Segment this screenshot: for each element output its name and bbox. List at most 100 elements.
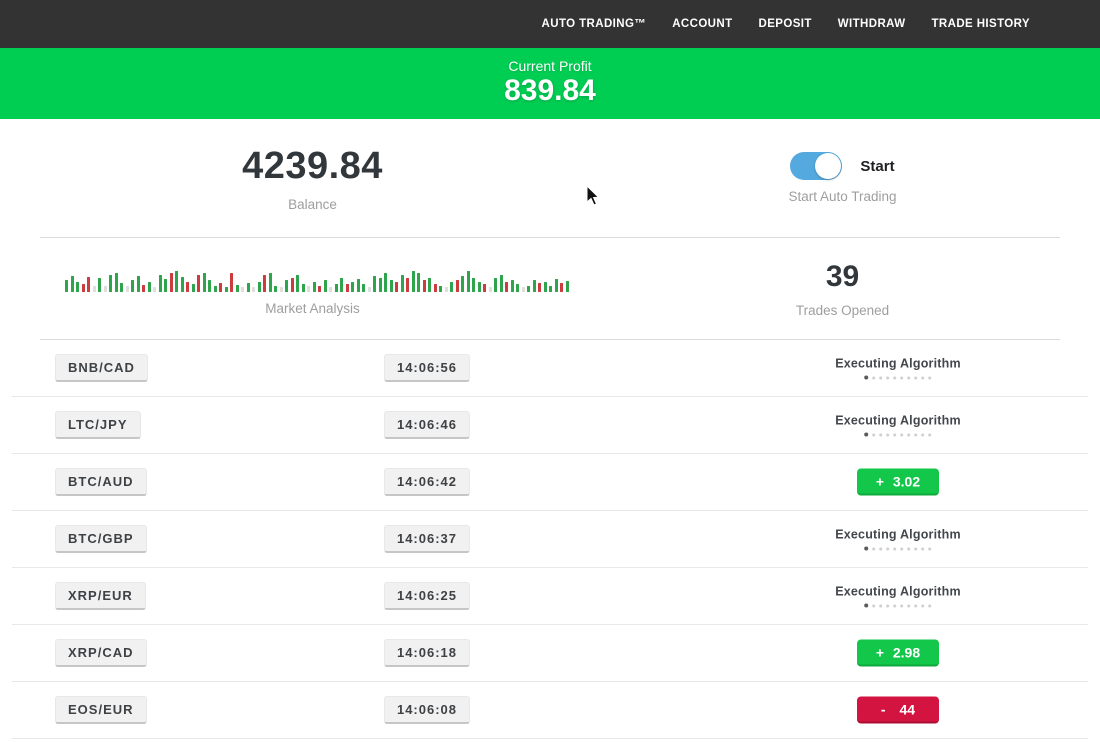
time-chip: 14:06:56 [384, 354, 470, 382]
profit-banner: Current Profit 839.84 [0, 48, 1100, 119]
chart-bar [544, 282, 547, 292]
trades-opened-block: 39 Trades Opened [585, 238, 1100, 339]
chart-bar [186, 282, 189, 292]
chart-bar [511, 280, 514, 292]
chart-bar [192, 284, 195, 292]
auto-trading-toggle[interactable] [790, 152, 842, 180]
nav-item-trade-history[interactable]: TRADE HISTORY [932, 18, 1031, 30]
chart-bar [456, 280, 459, 292]
nav-menu: AUTO TRADING™ ACCOUNT DEPOSIT WITHDRAW TRADE… [542, 18, 1030, 30]
progress-dot [872, 433, 875, 436]
chart-bar [467, 271, 470, 292]
market-section: Market Analysis 39 Trades Opened [0, 238, 1100, 339]
auto-trading-block: Start Start Auto Trading [585, 119, 1100, 237]
chart-bar [175, 271, 178, 292]
chart-bar [412, 271, 415, 292]
time-chip: 14:06:37 [384, 525, 470, 553]
chart-bar [318, 286, 321, 292]
progress-dot [886, 547, 889, 550]
chart-bar [478, 282, 481, 292]
progress-dot [879, 376, 882, 379]
chart-bar [71, 276, 74, 292]
chart-bar [324, 280, 327, 292]
progress-dot [893, 604, 896, 607]
chart-bar [65, 280, 68, 292]
progress-dot [900, 547, 903, 550]
chart-bar [379, 278, 382, 292]
chart-bar [280, 287, 283, 292]
pair-chip: LTC/JPY [55, 411, 141, 439]
progress-dot [900, 376, 903, 379]
nav-item-withdraw[interactable]: WITHDRAW [838, 18, 906, 30]
progress-dot [914, 604, 917, 607]
market-analysis-label: Market Analysis [265, 301, 360, 316]
progress-dot [879, 604, 882, 607]
chart-bar [115, 273, 118, 292]
chart-bar [439, 286, 442, 292]
progress-dot [914, 433, 917, 436]
executing-label: Executing Algorithm [835, 357, 961, 371]
progress-dot [900, 604, 903, 607]
chart-bar [538, 283, 541, 292]
progress-dot [914, 376, 917, 379]
trade-status: Executing Algorithm [835, 528, 961, 551]
chart-bar [219, 283, 222, 292]
progress-dot [900, 433, 903, 436]
balance-section: 4239.84 Balance Start Start Auto Trading [0, 119, 1100, 237]
chart-bar [181, 277, 184, 292]
nav-item-auto-trading[interactable]: AUTO TRADING™ [542, 18, 647, 30]
chart-bar [368, 287, 371, 292]
chart-bar [346, 284, 349, 292]
toggle-label: Start [860, 158, 894, 175]
chart-bar [357, 279, 360, 292]
chart-bar [362, 284, 365, 292]
chart-bar [197, 275, 200, 292]
progress-dot [893, 547, 896, 550]
chart-bar [296, 275, 299, 292]
chart-bar [76, 282, 79, 292]
trade-row: BNB/CAD 14:06:56 Executing Algorithm [12, 340, 1088, 397]
chart-bar [417, 273, 420, 292]
progress-dots [835, 433, 961, 437]
toggle-sublabel: Start Auto Trading [788, 189, 896, 204]
chart-bar [549, 286, 552, 292]
app-root: AUTO TRADING™ ACCOUNT DEPOSIT WITHDRAW TRADE… [0, 0, 1100, 742]
progress-dot [921, 376, 924, 379]
progress-dot [914, 547, 917, 550]
chart-bar [104, 286, 107, 292]
progress-dots [835, 547, 961, 551]
progress-dot [907, 433, 910, 436]
progress-dot [928, 604, 931, 607]
chart-bar [461, 276, 464, 292]
progress-dot [907, 376, 910, 379]
chart-bar [247, 283, 250, 292]
progress-dot [921, 433, 924, 436]
chart-bar [505, 282, 508, 292]
progress-dot [864, 547, 868, 551]
result-sign: + [876, 473, 884, 489]
market-analysis-block: Market Analysis [40, 238, 585, 339]
chart-bar [252, 287, 255, 292]
pair-chip: BNB/CAD [55, 354, 148, 382]
chart-bar [159, 275, 162, 292]
trade-status: +2.98 [857, 640, 939, 667]
chart-bar [450, 282, 453, 292]
balance-block: 4239.84 Balance [40, 119, 585, 237]
progress-dot [921, 604, 924, 607]
time-chip: 14:06:08 [384, 696, 470, 724]
chart-bar [109, 275, 112, 292]
nav-item-account[interactable]: ACCOUNT [672, 18, 732, 30]
time-chip: 14:06:46 [384, 411, 470, 439]
progress-dot [886, 433, 889, 436]
progress-dot [864, 433, 868, 437]
chart-bar [329, 287, 332, 292]
trade-status: Executing Algorithm [835, 357, 961, 380]
nav-item-deposit[interactable]: DEPOSIT [759, 18, 812, 30]
chart-bar [335, 284, 338, 292]
chart-bar [285, 280, 288, 292]
chart-bar [423, 280, 426, 292]
trade-status: +3.02 [857, 469, 939, 496]
chart-bar [258, 282, 261, 292]
progress-dot [879, 547, 882, 550]
chart-bar [208, 280, 211, 292]
